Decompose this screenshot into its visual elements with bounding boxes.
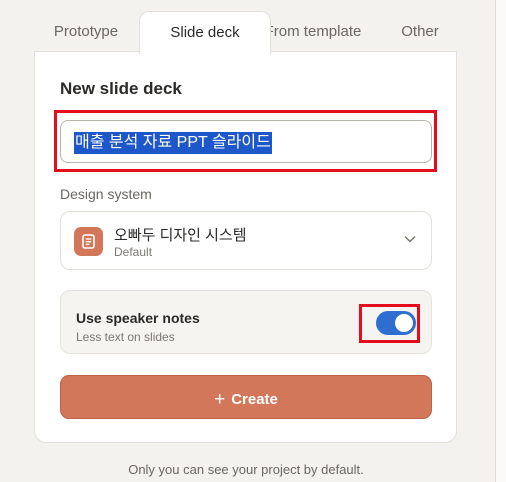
tab-slide-deck[interactable]: Slide deck (139, 11, 271, 54)
design-system-subtitle: Default (114, 245, 153, 259)
chevron-down-icon (404, 235, 416, 243)
panel-title: New slide deck (60, 79, 182, 98)
tab-bar: Prototype Slide deck From template Other (35, 11, 457, 54)
right-divider (495, 0, 496, 482)
document-icon (74, 227, 103, 256)
design-system-select[interactable]: 오빠두 디자인 시스템 Default (60, 211, 432, 270)
visibility-note: Only you can see your project by default… (128, 462, 364, 477)
speaker-notes-title: Use speaker notes (76, 310, 200, 326)
design-system-label: Design system (60, 186, 152, 202)
speaker-notes-subtitle: Less text on slides (76, 330, 175, 344)
create-label: Create (231, 391, 278, 408)
input-highlight-box (54, 110, 437, 172)
toggle-highlight-box (359, 304, 420, 343)
plus-icon: + (214, 389, 226, 410)
right-background (496, 0, 506, 482)
tab-from-template[interactable]: From template (253, 11, 373, 52)
design-system-name: 오빠두 디자인 시스템 (114, 227, 247, 244)
tab-other[interactable]: Other (385, 11, 455, 52)
tab-prototype[interactable]: Prototype (35, 11, 137, 52)
create-button[interactable]: + Create (60, 375, 432, 419)
